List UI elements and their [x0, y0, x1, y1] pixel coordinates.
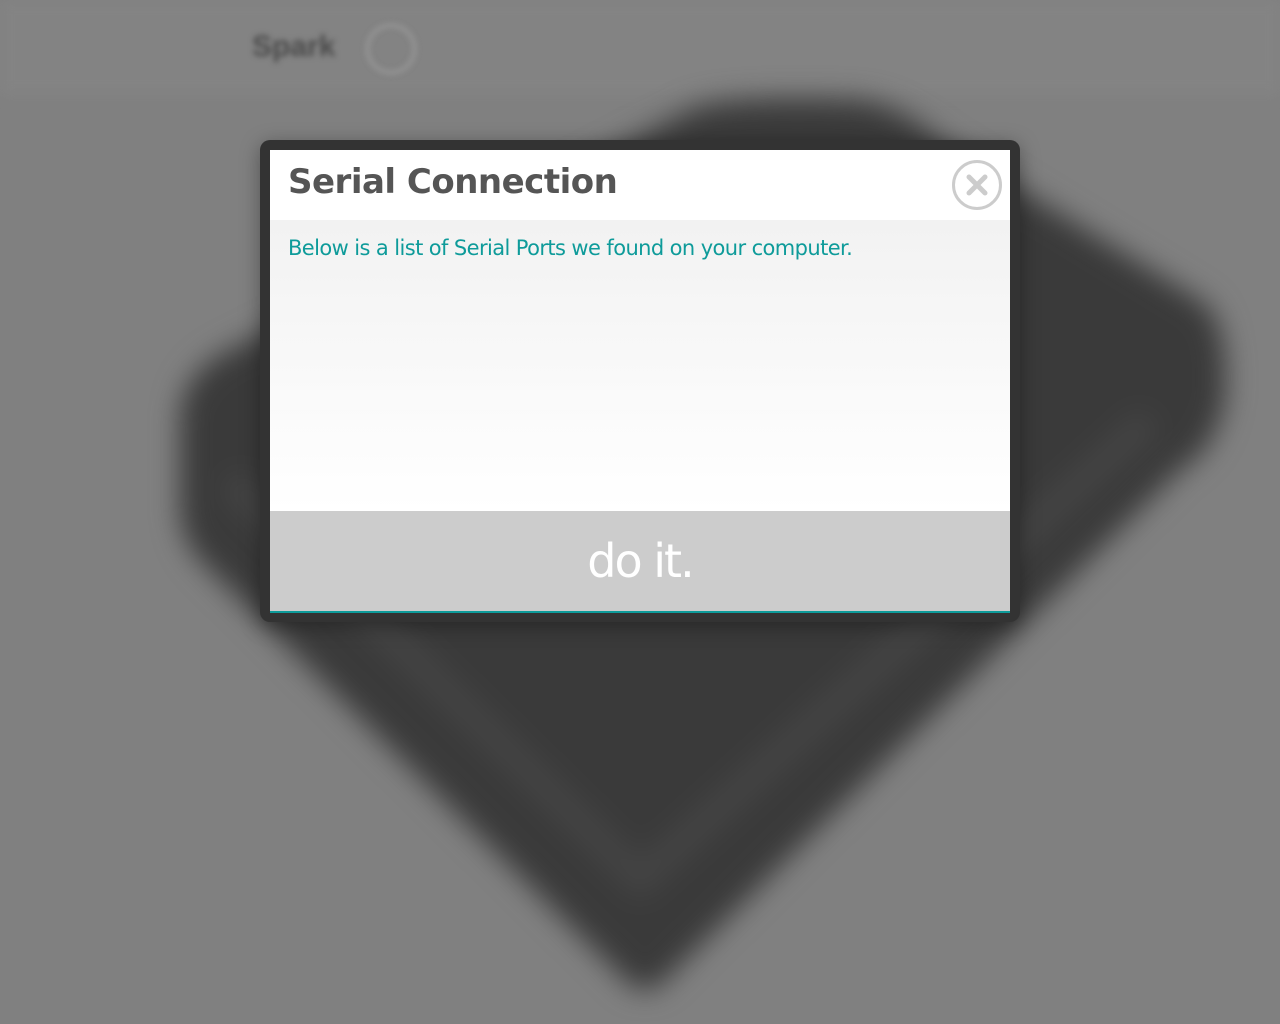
dialog-title: Serial Connection [288, 162, 618, 202]
close-icon [966, 174, 988, 196]
do-it-button-label: do it. [587, 534, 694, 588]
dialog-body: Below is a list of Serial Ports we found… [270, 220, 1010, 511]
do-it-button[interactable]: do it. [270, 511, 1010, 611]
close-button[interactable] [952, 160, 1002, 210]
dialog-panel: Serial Connection Below is a list of Ser… [270, 150, 1010, 613]
serial-connection-dialog: Serial Connection Below is a list of Ser… [260, 140, 1020, 622]
app-root: Spark Serial Connection Below is a list … [0, 0, 1280, 1024]
dialog-header: Serial Connection [270, 150, 1010, 220]
serial-port-list[interactable] [288, 280, 992, 500]
dialog-description: Below is a list of Serial Ports we found… [288, 236, 853, 260]
